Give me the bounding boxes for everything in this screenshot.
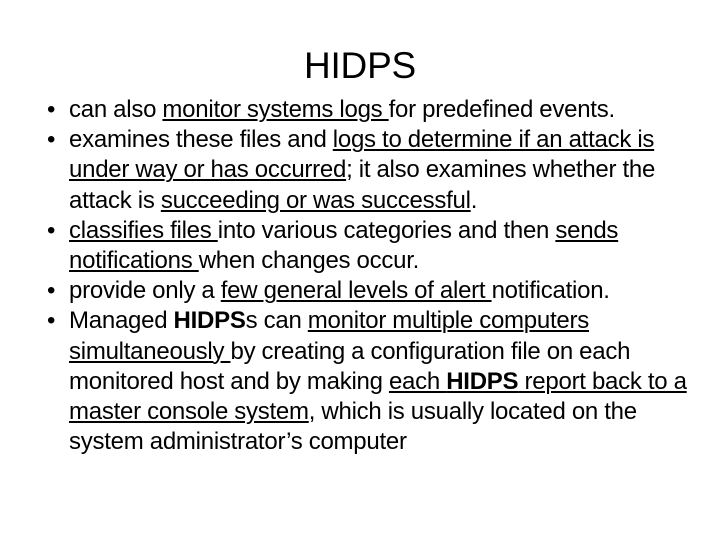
bullet-text-monitor-system-logs: can also monitor systems logs for predef… bbox=[69, 95, 694, 125]
bullet-list-item: • examines these files and logs to deter… bbox=[26, 125, 694, 216]
text-run: HIDPS bbox=[173, 307, 246, 335]
bullet-list: • can also monitor systems logs for pred… bbox=[26, 95, 694, 457]
bullet-text-managed-hidpss: Managed HIDPSs can monitor multiple comp… bbox=[69, 306, 694, 457]
bullet-text-few-general-levels-of-alert: provide only a few general levels of ale… bbox=[69, 276, 694, 306]
text-run: when changes occur. bbox=[198, 247, 420, 275]
bullet-text-examines-files-and-logs: examines these files and logs to determi… bbox=[69, 125, 694, 216]
text-run: examines these files and bbox=[69, 126, 333, 154]
bullet-marker-icon: • bbox=[47, 96, 56, 123]
text-run: into various categories and then bbox=[217, 216, 556, 244]
bullet-list-item: • Managed HIDPSs can monitor multiple co… bbox=[26, 306, 694, 457]
bullet-list-item: • can also monitor systems logs for pred… bbox=[26, 95, 694, 125]
text-run: succeeding or was successful bbox=[160, 186, 471, 214]
bullet-marker-icon: • bbox=[47, 216, 56, 244]
text-run: provide only a bbox=[69, 277, 221, 305]
bullet-marker-icon: • bbox=[47, 126, 56, 154]
bullet-list-item: • provide only a few general levels of a… bbox=[26, 276, 694, 306]
text-run: monitor systems logs bbox=[162, 96, 389, 123]
text-run: notification. bbox=[491, 277, 610, 305]
text-run: HIDPS bbox=[446, 367, 519, 395]
slide-title: HIDPS bbox=[303, 45, 417, 86]
text-run: few general levels of alert bbox=[220, 277, 492, 305]
text-run: each bbox=[388, 367, 447, 395]
bullet-list-item: • classifies files into various categori… bbox=[26, 216, 694, 276]
text-run: s can bbox=[245, 307, 308, 335]
text-run: Managed bbox=[69, 307, 174, 335]
bullet-marker-icon: • bbox=[47, 307, 56, 335]
text-run: classifies files bbox=[69, 216, 218, 244]
bullet-marker-icon: • bbox=[47, 277, 56, 305]
text-run: . bbox=[470, 186, 478, 214]
presentation-slide: HIDPS • can also monitor systems logs fo… bbox=[0, 0, 720, 540]
text-run: can also bbox=[69, 96, 163, 123]
text-run: for predefined events. bbox=[388, 96, 616, 123]
bullet-text-classifies-files: classifies files into various categories… bbox=[69, 216, 694, 276]
